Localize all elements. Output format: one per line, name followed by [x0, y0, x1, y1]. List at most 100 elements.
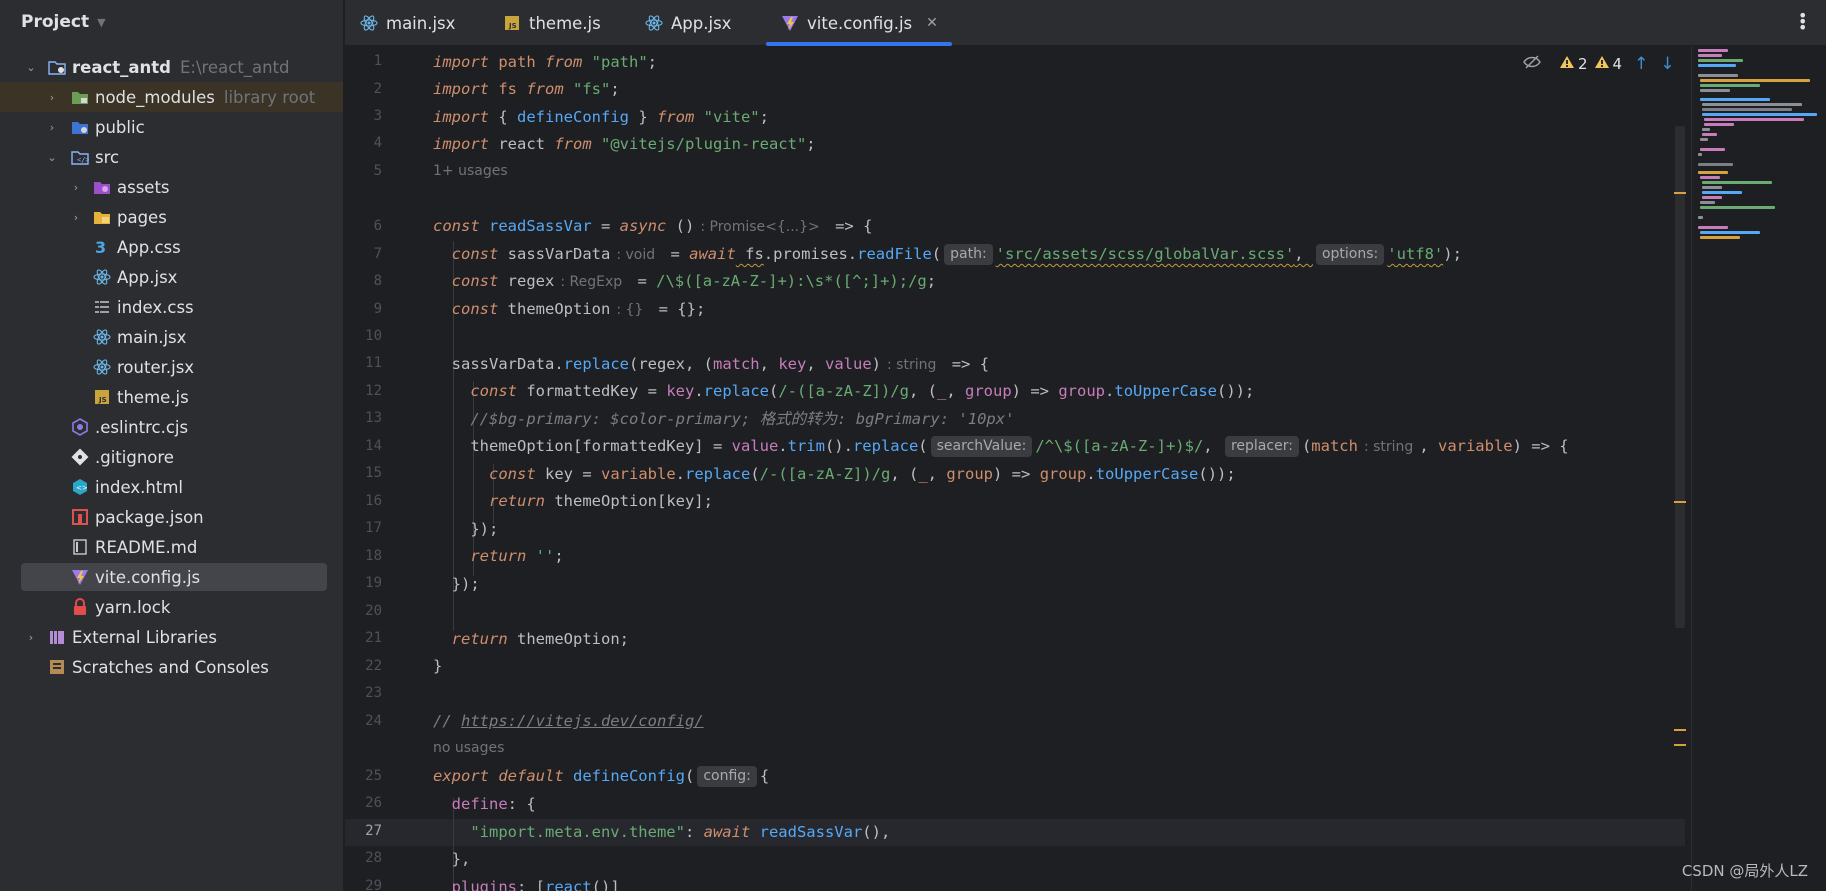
line-number: 18 — [365, 548, 382, 564]
comment-link[interactable]: https://vitejs.dev/config/ — [461, 712, 704, 730]
code-line[interactable]: const readSassVar = async (): Promise<{.… — [433, 214, 872, 238]
more-options-icon[interactable]: • • • — [1798, 8, 1807, 36]
punct: = {}; — [649, 300, 706, 318]
tree-item-gitignore[interactable]: .gitignore — [0, 442, 343, 472]
code-line[interactable]: //$bg-primary: $color-primary; 格式的转为: bg… — [433, 407, 1014, 431]
usages-hint[interactable]: 1+ usages — [433, 161, 508, 181]
code-line[interactable]: themeOption[formattedKey] = value.trim()… — [433, 434, 1569, 458]
react-file-icon — [92, 357, 112, 377]
punct: : { — [507, 795, 536, 813]
tree-item-app-jsx[interactable]: App.jsx — [0, 262, 343, 292]
chevron-right-icon[interactable]: › — [46, 91, 58, 104]
css-file-icon: 3 — [92, 237, 112, 257]
tree-item-readme[interactable]: README.md — [0, 532, 343, 562]
chevron-right-icon[interactable]: › — [25, 631, 37, 644]
code-line[interactable]: }, — [433, 847, 471, 871]
code-line[interactable]: sassVarData.replace(regex, (match, key, … — [433, 352, 989, 376]
function: replace — [685, 465, 751, 483]
keyword: const — [489, 465, 536, 483]
line-number: 28 — [365, 850, 382, 866]
tree-item-main-jsx[interactable]: main.jsx — [0, 322, 343, 352]
code-line[interactable]: const regex: RegExp = /\$([a-zA-Z-]+):\s… — [433, 269, 936, 293]
tree-item-router-jsx[interactable]: router.jsx — [0, 352, 343, 382]
scratches-icon — [47, 657, 67, 677]
warning-stripe[interactable] — [1674, 729, 1686, 731]
tree-item-index-html[interactable]: <> index.html — [0, 472, 343, 502]
code-line[interactable]: import path from "path"; — [433, 50, 657, 74]
code-minimap[interactable] — [1691, 46, 1826, 891]
chevron-down-icon[interactable]: ⌄ — [25, 61, 37, 74]
chevron-right-icon[interactable]: › — [46, 121, 58, 134]
keyword: return — [470, 547, 527, 565]
tree-item-app-css[interactable]: 3 App.css — [0, 232, 343, 262]
code-line[interactable]: const sassVarData: void = await fs.promi… — [433, 242, 1462, 266]
warning-stripe[interactable] — [1674, 192, 1686, 194]
chevron-right-icon[interactable]: › — [70, 181, 82, 194]
code-line[interactable]: import { defineConfig } from "vite"; — [433, 105, 769, 129]
code-line[interactable]: return ''; — [433, 544, 563, 568]
tree-item-node-modules[interactable]: › node_modules library root — [0, 82, 343, 112]
chevron-down-icon[interactable]: ▼ — [97, 16, 105, 29]
code-line[interactable]: } — [433, 654, 442, 678]
tree-item-index-css[interactable]: index.css — [0, 292, 343, 322]
react-file-icon — [92, 327, 112, 347]
tab-theme-js[interactable]: JS theme.js — [502, 0, 601, 46]
code-line[interactable]: // https://vitejs.dev/config/ — [433, 709, 704, 733]
weak-warning-icon — [1594, 55, 1610, 73]
code-line[interactable]: }); — [433, 517, 498, 541]
tree-item-src[interactable]: ⌄ </> src — [0, 142, 343, 172]
editor-tab-bar: main.jsx JS theme.js App.jsx vite.config… — [345, 0, 1826, 46]
type-hint: : {} — [616, 302, 644, 318]
line-number: 6 — [373, 218, 382, 234]
usages-hint[interactable]: no usages — [433, 738, 504, 758]
code-line[interactable]: }); — [433, 572, 480, 596]
eye-hidden-icon[interactable] — [1523, 55, 1541, 73]
tab-vite-config-js[interactable]: vite.config.js ✕ — [766, 0, 952, 46]
arrow-up-icon[interactable]: ↑ — [1634, 54, 1648, 74]
tree-item-public[interactable]: › public — [0, 112, 343, 142]
code-line[interactable]: plugins: [react()] — [433, 875, 620, 891]
chevron-down-icon[interactable]: ⌄ — [46, 151, 58, 164]
tab-main-jsx[interactable]: main.jsx — [359, 0, 455, 46]
code-editor[interactable]: 1 2 3 4 5 6 7 8 9 10 11 12 13 14 15 16 1… — [345, 46, 1826, 891]
minimap-line — [1700, 176, 1720, 179]
tree-item-theme-js[interactable]: JS theme.js — [0, 382, 343, 412]
tree-item-vite-config[interactable]: vite.config.js — [0, 562, 343, 592]
tree-item-pages[interactable]: › pages — [0, 202, 343, 232]
code-line[interactable]: return themeOption; — [433, 627, 629, 651]
line-number: 4 — [373, 135, 382, 151]
code-line[interactable]: const themeOption: {} = {}; — [433, 297, 706, 321]
inspection-widget[interactable]: 2 4 ↑ ↓ — [1523, 54, 1675, 74]
punct: ; — [759, 108, 769, 126]
tree-item-yarn-lock[interactable]: yarn.lock — [0, 592, 343, 622]
tree-item-scratches[interactable]: Scratches and Consoles — [0, 652, 343, 682]
tree-item-root[interactable]: ⌄ react_antd E:\react_antd — [0, 52, 343, 82]
code-line[interactable]: "import.meta.env.theme": await readSassV… — [433, 820, 890, 844]
code-line[interactable]: const formattedKey = key.replace(/-([a-z… — [433, 379, 1254, 403]
punct: => { — [942, 355, 990, 373]
parameter: group — [965, 382, 1012, 400]
code-line[interactable]: return themeOption[key]; — [433, 489, 713, 513]
close-icon[interactable]: ✕ — [926, 15, 938, 31]
code-line[interactable]: import react from "@vitejs/plugin-react"… — [433, 132, 816, 156]
chevron-right-icon[interactable]: › — [70, 211, 82, 224]
warning-stripe[interactable] — [1674, 744, 1686, 746]
code-line[interactable]: export default defineConfig(config:{ — [433, 764, 769, 788]
line-number: 24 — [365, 713, 382, 729]
line-number: 17 — [365, 520, 382, 536]
code-line[interactable]: define: { — [433, 792, 536, 816]
tree-item-assets[interactable]: › assets — [0, 172, 343, 202]
code-line[interactable]: const key = variable.replace(/-([a-zA-Z]… — [433, 462, 1236, 486]
tree-item-external-libraries[interactable]: › External Libraries — [0, 622, 343, 652]
code-line[interactable]: import fs from "fs"; — [433, 77, 620, 101]
project-view-header[interactable]: Project ▼ — [0, 0, 343, 44]
tree-item-eslintrc[interactable]: .eslintrc.cjs — [0, 412, 343, 442]
tree-item-meta: library root — [223, 87, 316, 107]
function: defineConfig — [563, 767, 685, 785]
keyword: import — [433, 135, 489, 153]
tree-item-package-json[interactable]: package.json — [0, 502, 343, 532]
arrow-down-icon[interactable]: ↓ — [1660, 54, 1674, 74]
vertical-scrollbar[interactable] — [1675, 126, 1685, 628]
tab-app-jsx[interactable]: App.jsx — [644, 0, 731, 46]
warning-stripe[interactable] — [1674, 501, 1686, 503]
